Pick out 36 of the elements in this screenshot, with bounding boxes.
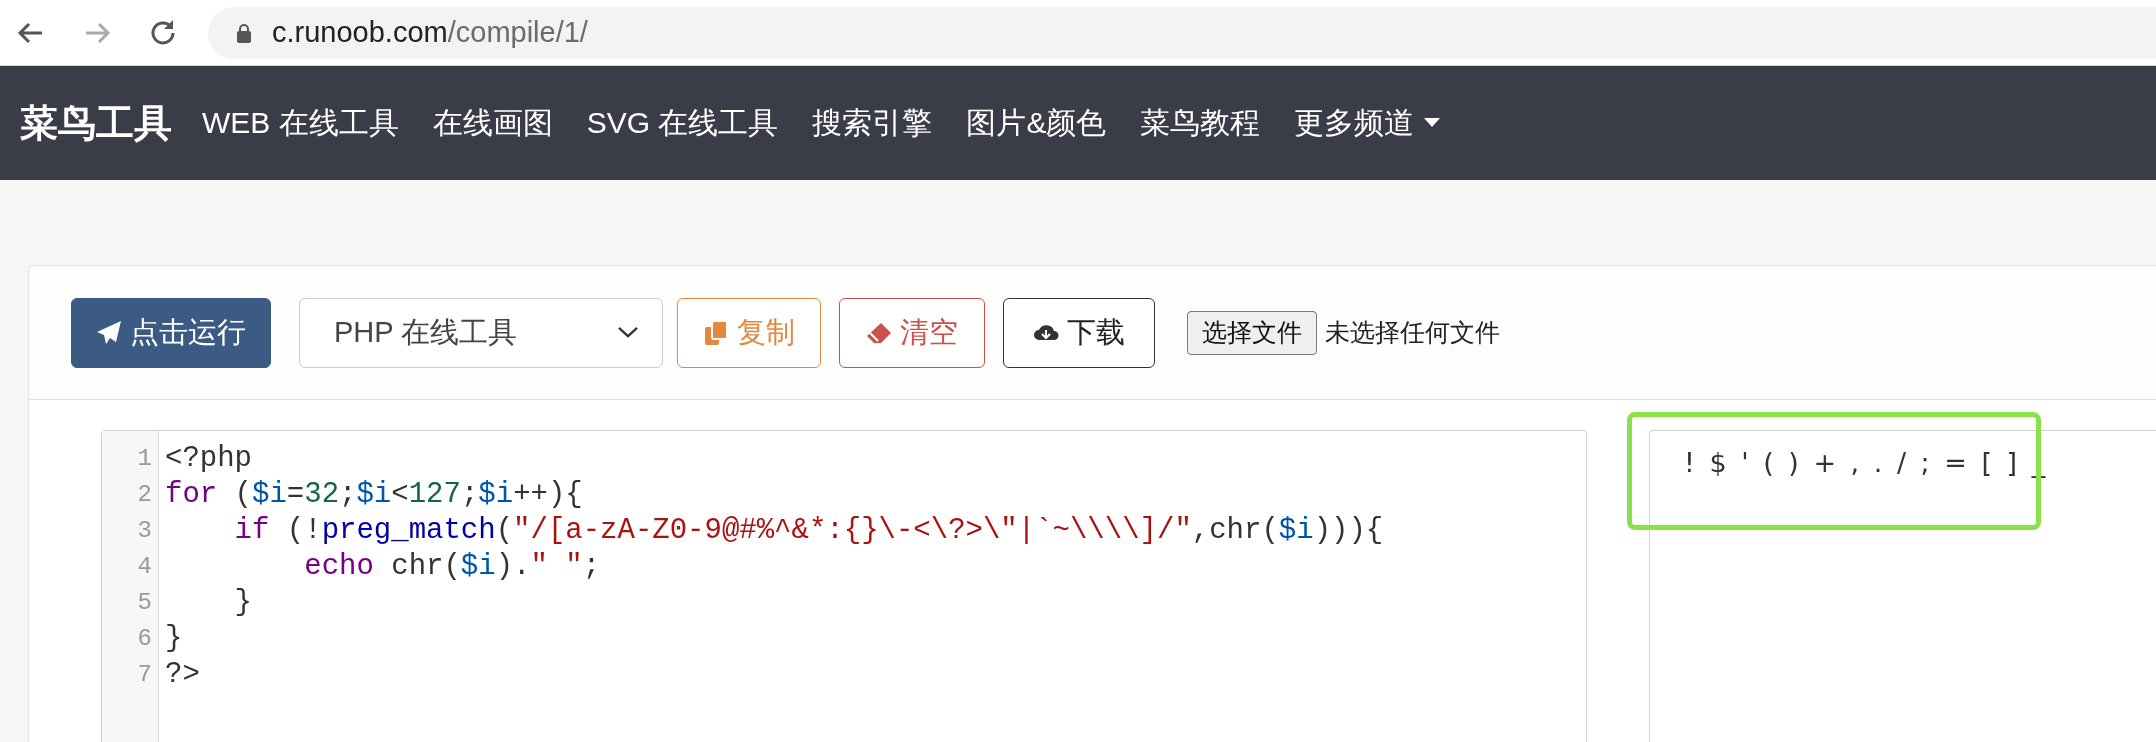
line-number: 4 bbox=[136, 552, 153, 582]
line-number: 5 bbox=[136, 588, 153, 618]
clear-button[interactable]: 清空 bbox=[839, 297, 985, 368]
file-status: 未选择任何文件 bbox=[1325, 317, 1500, 348]
nav-link[interactable]: SVG 在线工具 bbox=[586, 102, 779, 144]
choose-file-button[interactable]: 选择文件 bbox=[1187, 310, 1317, 355]
paper-plane-icon bbox=[96, 319, 122, 346]
lock-icon bbox=[236, 22, 252, 43]
address-bar[interactable]: c.runoob.com/compile/1/ bbox=[208, 6, 2156, 59]
chevron-down-icon bbox=[618, 327, 638, 338]
code-line: echo chr($i)." "; bbox=[303, 549, 602, 585]
run-button[interactable]: 点击运行 bbox=[71, 297, 271, 368]
download-button[interactable]: 下载 bbox=[1003, 297, 1155, 368]
url-host: c.runoob.com bbox=[272, 16, 448, 49]
nav-link[interactable]: 搜索引擎 bbox=[812, 102, 933, 144]
code-line: if (!preg_match("/[a-zA-Z0-9@#%^&*:{}\-<\?>\"|`~\\\\]/",chr($i))){ bbox=[233, 513, 1384, 549]
nav-link[interactable]: 更多频道 bbox=[1294, 102, 1441, 144]
line-number: 7 bbox=[136, 660, 153, 690]
nav-link[interactable]: WEB 在线工具 bbox=[202, 102, 399, 144]
code-line: for ($i=32;$i<127;$i++){ bbox=[165, 477, 584, 513]
language-select[interactable]: PHP 在线工具 bbox=[299, 297, 663, 368]
line-number: 3 bbox=[136, 516, 153, 546]
site-logo[interactable]: 菜鸟工具 bbox=[20, 97, 172, 149]
url-path: /compile/1/ bbox=[447, 16, 588, 49]
nav-link[interactable]: 在线画图 bbox=[432, 102, 553, 144]
nav-link[interactable]: 菜鸟教程 bbox=[1140, 102, 1261, 144]
code-line: } bbox=[233, 585, 253, 621]
code-editor[interactable]: 1 2 3 4 5 6 7 <?php for ($i=32;$i<127;$i++){ if (!preg_match("/[a-zA-Z0-9@#%^&*:{}\-<\?>\"|`~\\\\]/",chr($i))){ echo chr($i)." "; } } ?> bbox=[101, 430, 1587, 742]
copy-icon bbox=[703, 319, 729, 346]
line-number: 6 bbox=[136, 624, 153, 654]
code-line: } bbox=[165, 621, 184, 657]
line-number: 1 bbox=[136, 444, 153, 474]
nav-link[interactable]: 图片&颜色 bbox=[966, 102, 1107, 144]
code-line: ?> bbox=[165, 657, 201, 693]
code-line: <?php bbox=[165, 441, 253, 477]
line-number: 2 bbox=[136, 480, 153, 510]
